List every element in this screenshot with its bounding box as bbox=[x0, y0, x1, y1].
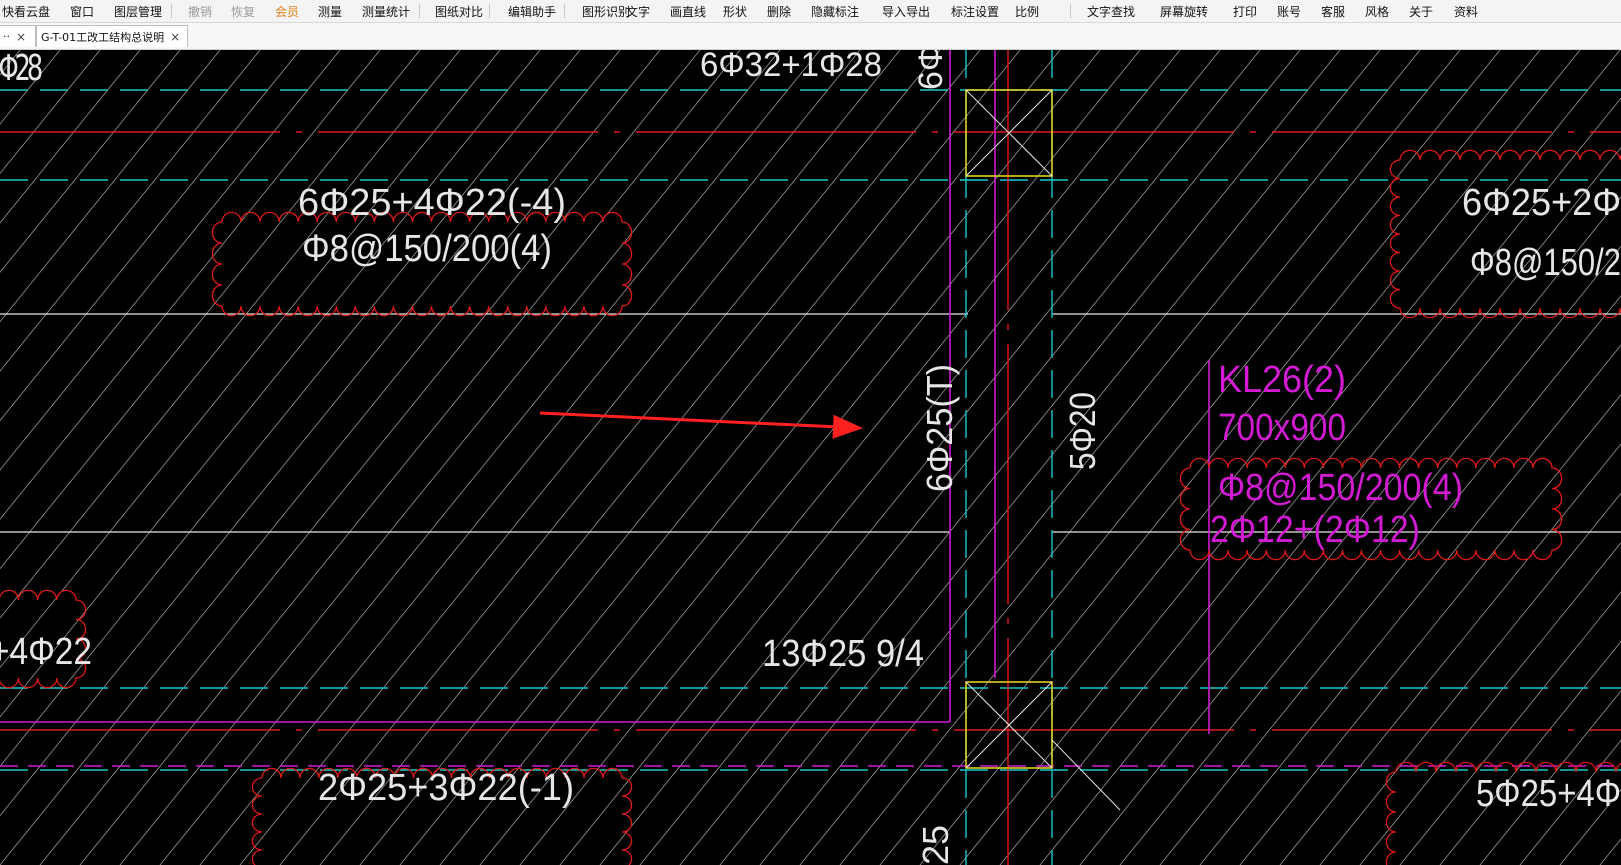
menu-item-5[interactable]: 会员 bbox=[275, 3, 299, 20]
hatch-pattern bbox=[0, 50, 1621, 865]
menu-item-7[interactable]: 测量统计 bbox=[362, 3, 410, 20]
text-bottom-vertical: 25 bbox=[915, 825, 956, 865]
menu-separator bbox=[564, 4, 565, 18]
tab-label: G-T-01工改工结构总说明 bbox=[41, 30, 165, 44]
menu-item-10[interactable]: 图形识别 bbox=[582, 3, 630, 20]
menu-item-2[interactable]: 图层管理 bbox=[114, 3, 162, 20]
menu-item-0[interactable]: 快看云盘 bbox=[2, 3, 50, 20]
menu-item-18[interactable]: 比例 bbox=[1015, 3, 1039, 20]
menu-bar: 快看云盘 窗口 图层管理 撤销 恢复 会员 测量 测量统计 图纸对比 编辑助手 图形识别 文字 画直线形… bbox=[0, 0, 1621, 23]
menu-item-4[interactable]: 恢复 bbox=[231, 3, 255, 20]
menu-item-14[interactable]: 删除 bbox=[767, 3, 791, 20]
tab-bar: ·· × G-T-01工改工结构总说明 × bbox=[0, 23, 1621, 50]
menu-item-25[interactable]: 关于 bbox=[1409, 3, 1433, 20]
tab-label: ·· bbox=[3, 30, 10, 43]
tab-g-t-01-drawing[interactable]: G-T-01工改工结构总说明 × bbox=[36, 25, 188, 47]
menu-item-8[interactable]: 图纸对比 bbox=[435, 3, 483, 20]
text-kl-label: KL26(2) bbox=[1218, 359, 1346, 401]
menu-item-3[interactable]: 撤销 bbox=[188, 3, 212, 20]
drawing-canvas[interactable]: Φ28 6Φ32+1Φ28 6Φ 6Φ25+4Φ22(-4) Φ8@150/20… bbox=[0, 50, 1621, 865]
menu-item-26[interactable]: 资料 bbox=[1454, 3, 1478, 20]
menu-item-9[interactable]: 编辑助手 bbox=[508, 3, 556, 20]
menu-item-15[interactable]: 隐藏标注 bbox=[811, 3, 859, 20]
text-bottom-right: 5Φ25+4Φ bbox=[1476, 773, 1621, 815]
text-column2-vertical: 5Φ20 bbox=[1062, 392, 1103, 470]
text-kl-size: 700x900 bbox=[1218, 407, 1346, 449]
text-beam1-line1: 6Φ25+4Φ22(-4) bbox=[298, 182, 566, 224]
menu-item-16[interactable]: 导入导出 bbox=[882, 3, 930, 20]
menu-item-21[interactable]: 打印 bbox=[1233, 3, 1257, 20]
text-kl-bars: 2Φ12+(2Φ12) bbox=[1210, 509, 1420, 551]
text-beam2-line2: Φ8@150/2 bbox=[1470, 242, 1621, 284]
tab-previous-drawing[interactable]: ·· × bbox=[0, 25, 36, 47]
text-top-mid: 6Φ32+1Φ28 bbox=[700, 50, 882, 84]
menu-separator bbox=[419, 4, 420, 18]
menu-item-12[interactable]: 画直线 bbox=[670, 3, 706, 20]
text-column-vertical: 6Φ25(T) bbox=[919, 364, 960, 492]
menu-item-22[interactable]: 账号 bbox=[1277, 3, 1301, 20]
text-beam2-line1: 6Φ25+2Φ bbox=[1462, 182, 1621, 224]
text-kl-stirrup: Φ8@150/200(4) bbox=[1218, 467, 1463, 509]
menu-separator bbox=[1070, 4, 1071, 18]
menu-separator bbox=[489, 4, 490, 18]
menu-item-13[interactable]: 形状 bbox=[723, 3, 747, 20]
menu-item-17[interactable]: 标注设置 bbox=[951, 3, 999, 20]
text-top-right-vertical: 6Φ bbox=[912, 50, 950, 90]
text-bottom-beam: 2Φ25+3Φ22(-1) bbox=[318, 767, 574, 809]
text-bottom-mid: 13Φ25 9/4 bbox=[762, 633, 924, 675]
text-top-left: Φ28 bbox=[0, 50, 43, 89]
menu-item-19[interactable]: 文字查找 bbox=[1087, 3, 1135, 20]
text-left-bottom: +4Φ22 bbox=[0, 631, 92, 673]
menu-item-1[interactable]: 窗口 bbox=[70, 3, 94, 20]
close-icon[interactable]: × bbox=[170, 30, 180, 44]
menu-item-11[interactable]: 文字 bbox=[626, 3, 650, 20]
menu-item-24[interactable]: 风格 bbox=[1365, 3, 1389, 20]
menu-item-23[interactable]: 客服 bbox=[1321, 3, 1345, 20]
text-beam1-line2: Φ8@150/200(4) bbox=[302, 228, 552, 270]
close-icon[interactable]: × bbox=[16, 30, 26, 44]
menu-item-20[interactable]: 屏幕旋转 bbox=[1160, 3, 1208, 20]
menu-item-6[interactable]: 测量 bbox=[318, 3, 342, 20]
menu-separator bbox=[171, 4, 172, 18]
